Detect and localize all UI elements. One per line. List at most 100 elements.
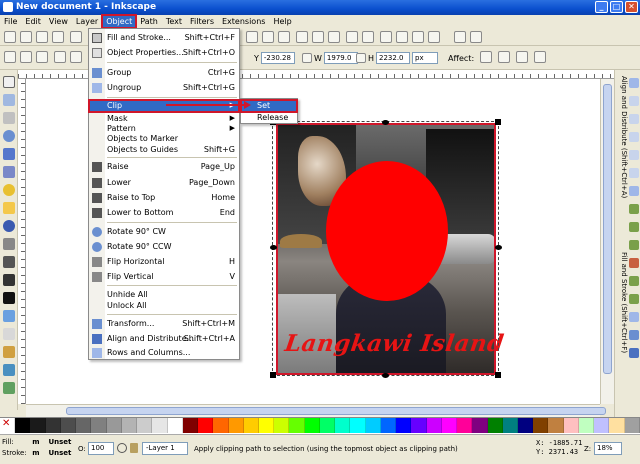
pencil-tool-icon[interactable] xyxy=(3,238,15,250)
snap-line-midpoint-icon[interactable] xyxy=(629,258,639,268)
menu-layer[interactable]: Layer xyxy=(72,15,102,28)
select-all-icon[interactable] xyxy=(4,51,16,63)
color-swatch[interactable] xyxy=(30,418,46,433)
deselect-icon[interactable] xyxy=(36,51,48,63)
menu-view[interactable]: View xyxy=(45,15,72,28)
color-swatch[interactable] xyxy=(533,418,549,433)
save-icon[interactable] xyxy=(36,31,48,43)
color-swatch[interactable] xyxy=(137,418,153,433)
color-swatch[interactable] xyxy=(411,418,427,433)
color-swatch[interactable] xyxy=(243,418,259,433)
affect-stroke-icon[interactable] xyxy=(480,51,492,63)
menu-item-rotate-cw[interactable]: Rotate 90° CW xyxy=(89,226,239,238)
color-swatch[interactable] xyxy=(350,418,366,433)
minimize-button[interactable]: _ xyxy=(595,1,608,13)
snap-centers-icon[interactable] xyxy=(629,168,639,178)
snap-guides-icon[interactable] xyxy=(629,348,639,358)
color-swatch[interactable] xyxy=(426,418,442,433)
color-swatch[interactable] xyxy=(563,418,579,433)
xml-editor-icon[interactable] xyxy=(412,31,424,43)
menu-item-flip-horizontal[interactable]: Flip Horizontal H xyxy=(89,256,239,268)
color-swatch[interactable] xyxy=(472,418,488,433)
snap-grid-icon[interactable] xyxy=(629,330,639,340)
color-swatch[interactable] xyxy=(578,418,595,433)
color-swatch[interactable] xyxy=(167,418,183,433)
snap-rotation-center-icon[interactable] xyxy=(629,294,639,304)
rect-tool-icon[interactable] xyxy=(3,148,15,160)
color-swatch[interactable] xyxy=(365,418,381,433)
open-icon[interactable] xyxy=(20,31,32,43)
color-swatch[interactable] xyxy=(304,418,320,433)
snap-page-border-icon[interactable] xyxy=(629,312,639,322)
color-swatch[interactable] xyxy=(441,418,458,433)
preferences-icon[interactable] xyxy=(454,31,466,43)
document-properties-icon[interactable] xyxy=(470,31,482,43)
layer-visibility-icon[interactable] xyxy=(117,443,127,453)
zoom-tool-icon[interactable] xyxy=(3,130,15,142)
snap-nodes-icon[interactable] xyxy=(629,186,639,196)
color-swatch[interactable] xyxy=(289,418,305,433)
color-swatch[interactable] xyxy=(502,418,518,433)
lock-ratio-icon[interactable] xyxy=(356,53,366,63)
dock-tab-align[interactable]: Align and Distribute (Shift+Ctrl+A) xyxy=(618,76,628,246)
pen-tool-icon[interactable] xyxy=(3,256,15,268)
menu-item-unlock-all[interactable]: Unlock All xyxy=(89,300,239,312)
no-paint-swatch[interactable] xyxy=(0,418,16,433)
menu-filters[interactable]: Filters xyxy=(186,15,218,28)
color-swatch[interactable] xyxy=(335,418,351,433)
scale-handle-br[interactable] xyxy=(495,372,501,378)
menu-item-transform[interactable]: Transform... Shift+Ctrl+M xyxy=(89,318,239,330)
color-swatch[interactable] xyxy=(487,418,503,433)
menu-help[interactable]: Help xyxy=(269,15,295,28)
selector-tool-icon[interactable] xyxy=(3,76,15,88)
rotate-ccw-toolbar-icon[interactable] xyxy=(54,51,66,63)
submenu-item-release[interactable]: Release xyxy=(241,112,297,124)
y-field[interactable]: -230.28 xyxy=(260,52,295,64)
menu-item-lower[interactable]: Lower Page_Down xyxy=(89,177,239,189)
eraser-tool-icon[interactable] xyxy=(3,328,15,340)
align-toolbar-icon[interactable] xyxy=(428,31,440,43)
scale-handle-left[interactable] xyxy=(270,245,277,250)
vertical-scroll-thumb[interactable] xyxy=(603,84,612,374)
snap-intersections-icon[interactable] xyxy=(629,222,639,232)
zoom-field[interactable]: 18% xyxy=(594,442,622,455)
ungroup-toolbar-icon[interactable] xyxy=(362,31,374,43)
rotate-cw-toolbar-icon[interactable] xyxy=(70,51,82,63)
paint-bucket-tool-icon[interactable] xyxy=(3,346,15,358)
dropper-tool-icon[interactable] xyxy=(3,382,15,394)
color-swatch[interactable] xyxy=(609,418,625,433)
menu-file[interactable]: File xyxy=(0,15,21,28)
menu-item-object-properties[interactable]: Object Properties... Shift+Ctrl+O xyxy=(89,47,239,59)
snap-paths-icon[interactable] xyxy=(629,204,639,214)
menu-extensions[interactable]: Extensions xyxy=(218,15,269,28)
fill-stroke-toolbar-icon[interactable] xyxy=(380,31,392,43)
gradient-tool-icon[interactable] xyxy=(3,364,15,376)
color-swatch[interactable] xyxy=(274,418,290,433)
color-swatch[interactable] xyxy=(457,418,473,433)
maximize-button[interactable]: □ xyxy=(610,1,623,13)
menu-item-rotate-ccw[interactable]: Rotate 90° CCW xyxy=(89,241,239,253)
horizontal-scrollbar[interactable] xyxy=(26,404,606,417)
color-swatch[interactable] xyxy=(228,418,244,433)
snap-toggle-icon[interactable] xyxy=(629,78,639,88)
menu-item-clip[interactable]: Clip ▶ xyxy=(88,99,240,113)
color-swatch[interactable] xyxy=(152,418,168,433)
scale-handle-bl[interactable] xyxy=(270,372,276,378)
snap-edges-icon[interactable] xyxy=(629,114,639,124)
opacity-field[interactable]: 100 xyxy=(88,442,114,455)
zoom-selection-icon[interactable] xyxy=(246,31,258,43)
color-swatch[interactable] xyxy=(213,418,229,433)
menu-item-raise-to-top[interactable]: Raise to Top Home xyxy=(89,192,239,204)
layer-lock-icon[interactable] xyxy=(130,443,138,453)
star-tool-icon[interactable] xyxy=(3,202,15,214)
color-swatch[interactable] xyxy=(548,418,564,433)
horizontal-scroll-thumb[interactable] xyxy=(66,407,606,415)
snap-smooth-icon[interactable] xyxy=(629,240,639,250)
snap-object-center-icon[interactable] xyxy=(629,276,639,286)
import-icon[interactable] xyxy=(70,31,82,43)
calligraphy-tool-icon[interactable] xyxy=(3,274,15,286)
dock-tab-fill-stroke[interactable]: Fill and Stroke (Shift+Ctrl+F) xyxy=(618,252,628,412)
spiral-tool-icon[interactable] xyxy=(3,220,15,232)
menu-text[interactable]: Text xyxy=(162,15,186,28)
menu-item-fill-stroke[interactable]: Fill and Stroke... Shift+Ctrl+F xyxy=(89,32,239,44)
